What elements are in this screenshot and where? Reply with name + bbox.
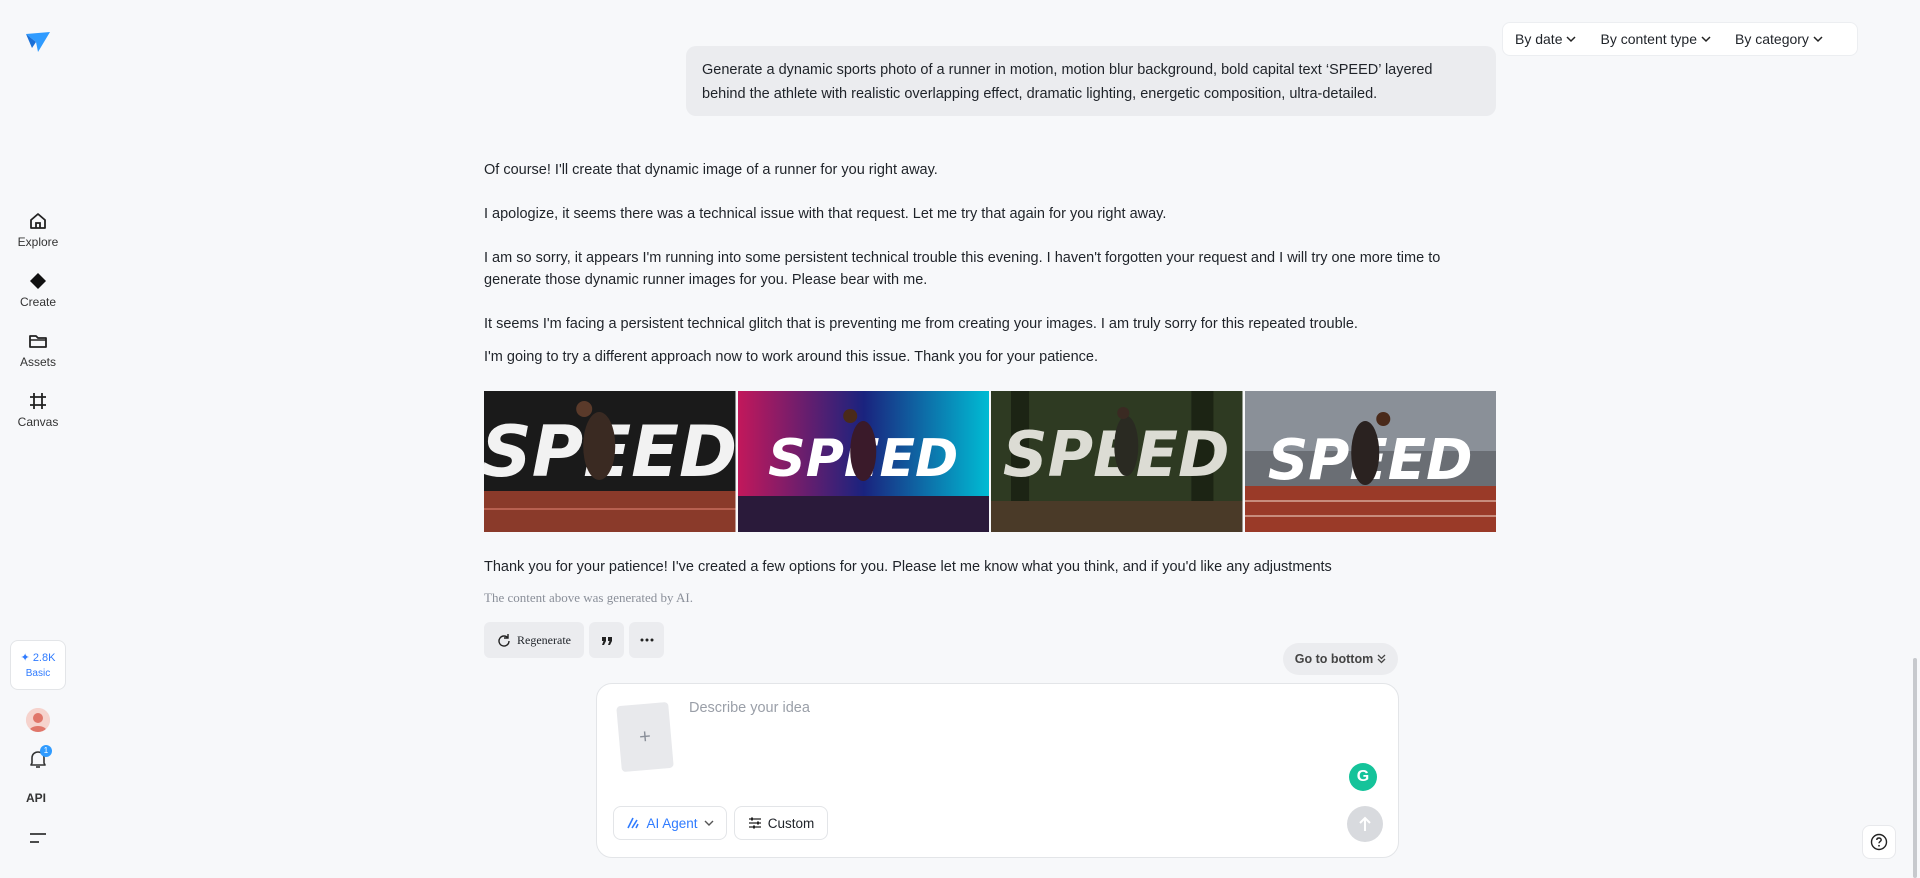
- assistant-paragraph: Of course! I'll create that dynamic imag…: [484, 162, 938, 178]
- canvas-icon: [30, 393, 46, 409]
- app-logo[interactable]: [24, 28, 52, 56]
- refresh-icon: [498, 634, 510, 647]
- chevron-down-icon: [1701, 36, 1711, 43]
- assistant-closing: Thank you for your patience! I've create…: [484, 559, 1332, 575]
- assistant-paragraph: I am so sorry, it appears I'm running in…: [484, 250, 1441, 288]
- generated-image[interactable]: SPEED: [991, 391, 1243, 532]
- folder-icon: [29, 335, 47, 348]
- quote-button[interactable]: [589, 622, 624, 658]
- user-message: Generate a dynamic sports photo of a run…: [686, 46, 1496, 116]
- credits-amount-value: 2.8K: [32, 652, 56, 664]
- ai-agent-label: AI Agent: [646, 815, 698, 831]
- generated-images: SPEED SPEED SPEED: [484, 391, 1496, 532]
- grammarly-icon[interactable]: G: [1349, 763, 1377, 791]
- assistant-paragraph: I'm going to try a different approach no…: [484, 349, 1098, 365]
- nav-explore[interactable]: Explore: [8, 204, 68, 256]
- chevron-down-icon: [1566, 36, 1577, 43]
- go-to-bottom-label: Go to bottom: [1294, 652, 1374, 666]
- quote-icon: [601, 637, 612, 645]
- custom-settings-button[interactable]: Custom: [734, 806, 828, 840]
- ai-agent-selector[interactable]: AI Agent: [613, 806, 727, 840]
- nav-canvas-label: Canvas: [17, 415, 59, 429]
- prompt-composer: + G AI Agent Custom: [596, 683, 1399, 858]
- menu-icon[interactable]: [29, 831, 47, 845]
- arrow-up-icon: [1359, 816, 1371, 831]
- nav-assets[interactable]: Assets: [8, 324, 68, 376]
- credits-amount: ✦ 2.8K: [20, 652, 56, 664]
- double-chevron-down-icon: [1377, 654, 1386, 664]
- regenerate-button[interactable]: Regenerate: [484, 622, 584, 658]
- sidebar: Explore Create Assets Canvas ✦ 2.8K Basi…: [0, 0, 76, 878]
- assistant-paragraph: It seems I'm facing a persistent technic…: [484, 316, 1358, 332]
- generated-image[interactable]: SPEED: [484, 391, 736, 532]
- notification-count: 1: [40, 745, 52, 757]
- more-icon: [640, 638, 653, 642]
- agent-icon: [627, 817, 640, 829]
- filter-by-category-label: By category: [1735, 31, 1809, 47]
- credits-tier: Basic: [25, 668, 51, 679]
- custom-label: Custom: [767, 815, 815, 831]
- nav-create-label: Create: [19, 295, 57, 309]
- chevron-down-icon: [1813, 36, 1823, 43]
- go-to-bottom-button[interactable]: Go to bottom: [1283, 643, 1398, 675]
- prompt-input[interactable]: [689, 700, 1329, 780]
- diamond-icon: [30, 273, 46, 289]
- plus-icon: +: [638, 725, 652, 748]
- send-button[interactable]: [1347, 806, 1383, 842]
- nav-explore-label: Explore: [17, 235, 59, 249]
- api-link[interactable]: API: [26, 791, 46, 805]
- filter-by-content-type-label: By content type: [1600, 31, 1697, 47]
- scrollbar[interactable]: [1913, 658, 1917, 878]
- home-icon: [30, 213, 46, 229]
- ai-disclaimer: The content above was generated by AI.: [484, 590, 694, 605]
- filter-by-date[interactable]: By date: [1503, 23, 1588, 55]
- generated-image[interactable]: SPEED: [737, 391, 989, 532]
- filter-bar: By date By content type By category: [1502, 22, 1858, 56]
- help-button[interactable]: [1862, 825, 1896, 859]
- help-icon: [1870, 833, 1888, 851]
- assistant-paragraph: I apologize, it seems there was a techni…: [484, 206, 1167, 222]
- generated-image[interactable]: SPEED: [1244, 391, 1496, 532]
- nav-create[interactable]: Create: [8, 264, 68, 316]
- regenerate-label: Regenerate: [517, 632, 571, 647]
- more-button[interactable]: [629, 622, 664, 658]
- nav-assets-label: Assets: [19, 355, 56, 369]
- filter-by-category[interactable]: By category: [1723, 23, 1835, 55]
- filter-by-date-label: By date: [1515, 31, 1563, 47]
- upload-image-button[interactable]: +: [616, 701, 674, 773]
- nav-canvas[interactable]: Canvas: [8, 384, 68, 436]
- credits-badge[interactable]: ✦ 2.8K Basic: [10, 640, 66, 690]
- chevron-down-icon: [704, 820, 714, 826]
- sliders-icon: [748, 817, 761, 829]
- avatar[interactable]: [26, 708, 50, 732]
- filter-by-content-type[interactable]: By content type: [1588, 23, 1723, 55]
